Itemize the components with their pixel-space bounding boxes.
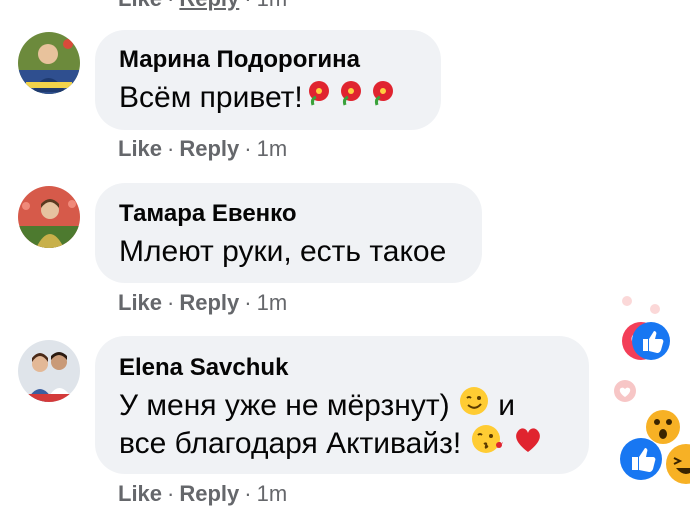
- red-heart-emoji: [512, 423, 544, 467]
- avatar-photo: [18, 32, 80, 94]
- like-link[interactable]: Like: [118, 481, 162, 506]
- reply-link[interactable]: Reply: [179, 0, 239, 11]
- previous-comment-actions: Like·Reply·1m: [118, 0, 287, 12]
- timestamp[interactable]: 1m: [257, 481, 288, 506]
- haha-icon: [666, 444, 690, 484]
- comment-text: Всём привет!: [119, 76, 399, 122]
- comment-author[interactable]: Тамара Евенко: [119, 200, 297, 228]
- reply-link[interactable]: Reply: [179, 481, 239, 506]
- like-icon: [632, 322, 670, 360]
- kissing-emoji: [470, 423, 504, 468]
- avatar[interactable]: [18, 186, 80, 248]
- comment-text-line-2: все благодаря Активайз!: [119, 422, 544, 468]
- like-link[interactable]: Like: [118, 290, 162, 315]
- comment-author[interactable]: Марина Подорогина: [119, 46, 360, 74]
- avatar-photo: [18, 340, 80, 402]
- reaction-bubble-faint: [622, 296, 632, 306]
- like-link[interactable]: Like: [118, 0, 162, 11]
- reply-link[interactable]: Reply: [179, 136, 239, 161]
- timestamp[interactable]: 1m: [257, 136, 288, 161]
- hibiscus-emoji: [303, 77, 399, 122]
- comment-actions: Like · Reply · 1m: [118, 481, 288, 506]
- like-link[interactable]: Like: [118, 136, 162, 161]
- timestamp: 1m: [257, 0, 288, 11]
- reaction-bubble-faint: [650, 304, 660, 314]
- avatar-photo: [18, 186, 80, 248]
- avatar[interactable]: [18, 32, 80, 94]
- avatar[interactable]: [18, 340, 80, 402]
- reply-link[interactable]: Reply: [179, 290, 239, 315]
- comment-actions: Like · Reply · 1m: [118, 136, 288, 161]
- comment-actions: Like · Reply · 1m: [118, 290, 288, 315]
- timestamp[interactable]: 1m: [257, 290, 288, 315]
- comment-text: Млеют руки, есть такое: [119, 235, 447, 268]
- love-icon: [614, 380, 636, 402]
- like-icon: [620, 438, 662, 480]
- comment-author[interactable]: Elena Savchuk: [119, 354, 288, 382]
